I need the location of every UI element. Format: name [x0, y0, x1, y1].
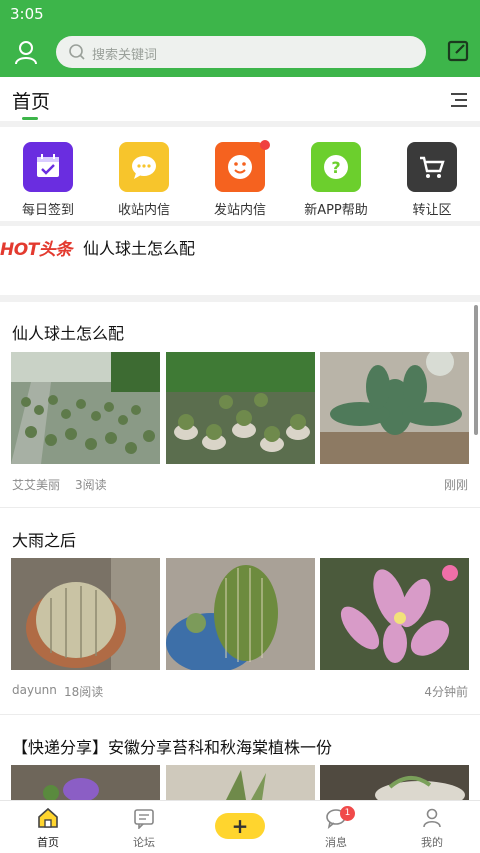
post-title[interactable]: 大雨之后: [12, 527, 76, 551]
quick-link-label: 发站内信: [213, 203, 266, 218]
tab-row: 首页: [0, 77, 480, 121]
nav-label: 我的: [421, 836, 443, 849]
post-time: 4分钟前: [424, 685, 468, 699]
post-author[interactable]: 艾艾美丽: [12, 476, 60, 493]
forum-icon: [133, 807, 155, 830]
profile-icon: [421, 807, 443, 829]
nav-label: 论坛: [133, 836, 155, 849]
hot-logo: HOT头条: [0, 240, 72, 260]
post-image[interactable]: [166, 352, 315, 464]
post-image[interactable]: [320, 765, 469, 800]
search-input[interactable]: 搜索关键词: [56, 36, 426, 68]
quick-link-label: 收站内信: [117, 203, 170, 218]
quick-link-label: 新APP帮助: [304, 203, 368, 218]
post-image[interactable]: [166, 558, 315, 670]
notification-dot: [260, 140, 270, 150]
post-image[interactable]: [11, 558, 160, 670]
post-reads: 18阅读: [64, 685, 104, 699]
quick-link-checkin[interactable]: 每日签到: [0, 142, 96, 218]
status-bar: 3:05: [0, 0, 480, 26]
divider: [0, 121, 480, 127]
post-title[interactable]: 【快递分享】安徽分享苔科和秋海棠植株一份: [12, 734, 332, 758]
nav-messages[interactable]: 消息: [288, 801, 384, 853]
post-time: 刚刚: [443, 478, 468, 492]
home-icon: [37, 807, 59, 829]
post-image[interactable]: [320, 558, 469, 670]
post-image[interactable]: [11, 765, 160, 800]
quick-link-label: 每日签到: [21, 203, 74, 218]
menu-icon[interactable]: [450, 92, 468, 108]
scrollbar[interactable]: [474, 305, 478, 435]
divider: [0, 714, 480, 715]
chat-bubble-icon: [119, 142, 169, 192]
quick-link-inbox[interactable]: 收站内信: [96, 142, 192, 218]
cart-icon: [407, 142, 457, 192]
tab-home[interactable]: 首页: [12, 87, 50, 114]
nav-profile[interactable]: 我的: [384, 801, 480, 853]
message-badge: 1: [340, 806, 355, 821]
user-icon[interactable]: [12, 38, 40, 66]
search-placeholder: 搜索关键词: [92, 48, 158, 63]
post-title[interactable]: 仙人球土怎么配: [12, 320, 124, 344]
search-icon: [68, 43, 86, 61]
hot-headline-row[interactable]: HOT头条 仙人球土怎么配: [0, 226, 480, 266]
quick-link-send[interactable]: 发站内信: [192, 140, 288, 218]
compose-icon[interactable]: [446, 39, 470, 63]
nav-forum[interactable]: 论坛: [96, 801, 192, 853]
smile-icon: [215, 142, 265, 192]
quick-link-transfer[interactable]: 转让区: [384, 142, 480, 218]
add-post-button[interactable]: +: [215, 813, 265, 839]
calendar-check-icon: [23, 142, 73, 192]
quick-link-help[interactable]: ? 新APP帮助: [288, 142, 384, 218]
post-image[interactable]: [166, 765, 315, 800]
tab-indicator: [22, 117, 38, 120]
divider: [0, 507, 480, 508]
top-bar: 搜索关键词: [0, 26, 480, 77]
post-author[interactable]: dayunn: [12, 683, 57, 697]
post-image[interactable]: [320, 352, 469, 464]
post-image[interactable]: [11, 352, 160, 464]
nav-label: 消息: [325, 836, 347, 849]
svg-text:?: ?: [331, 158, 340, 177]
nav-label: 首页: [37, 836, 59, 849]
post-reads: 3阅读: [75, 478, 107, 492]
divider: [0, 295, 480, 302]
nav-home[interactable]: 首页: [0, 801, 96, 853]
status-time: 3:05: [10, 5, 44, 23]
question-icon: ?: [311, 142, 361, 192]
quick-link-label: 转让区: [412, 203, 452, 218]
plus-icon: +: [231, 814, 249, 838]
hot-headline[interactable]: 仙人球土怎么配: [83, 235, 195, 259]
bottom-nav: 首页 论坛 + 消息 1 我的: [0, 800, 480, 853]
